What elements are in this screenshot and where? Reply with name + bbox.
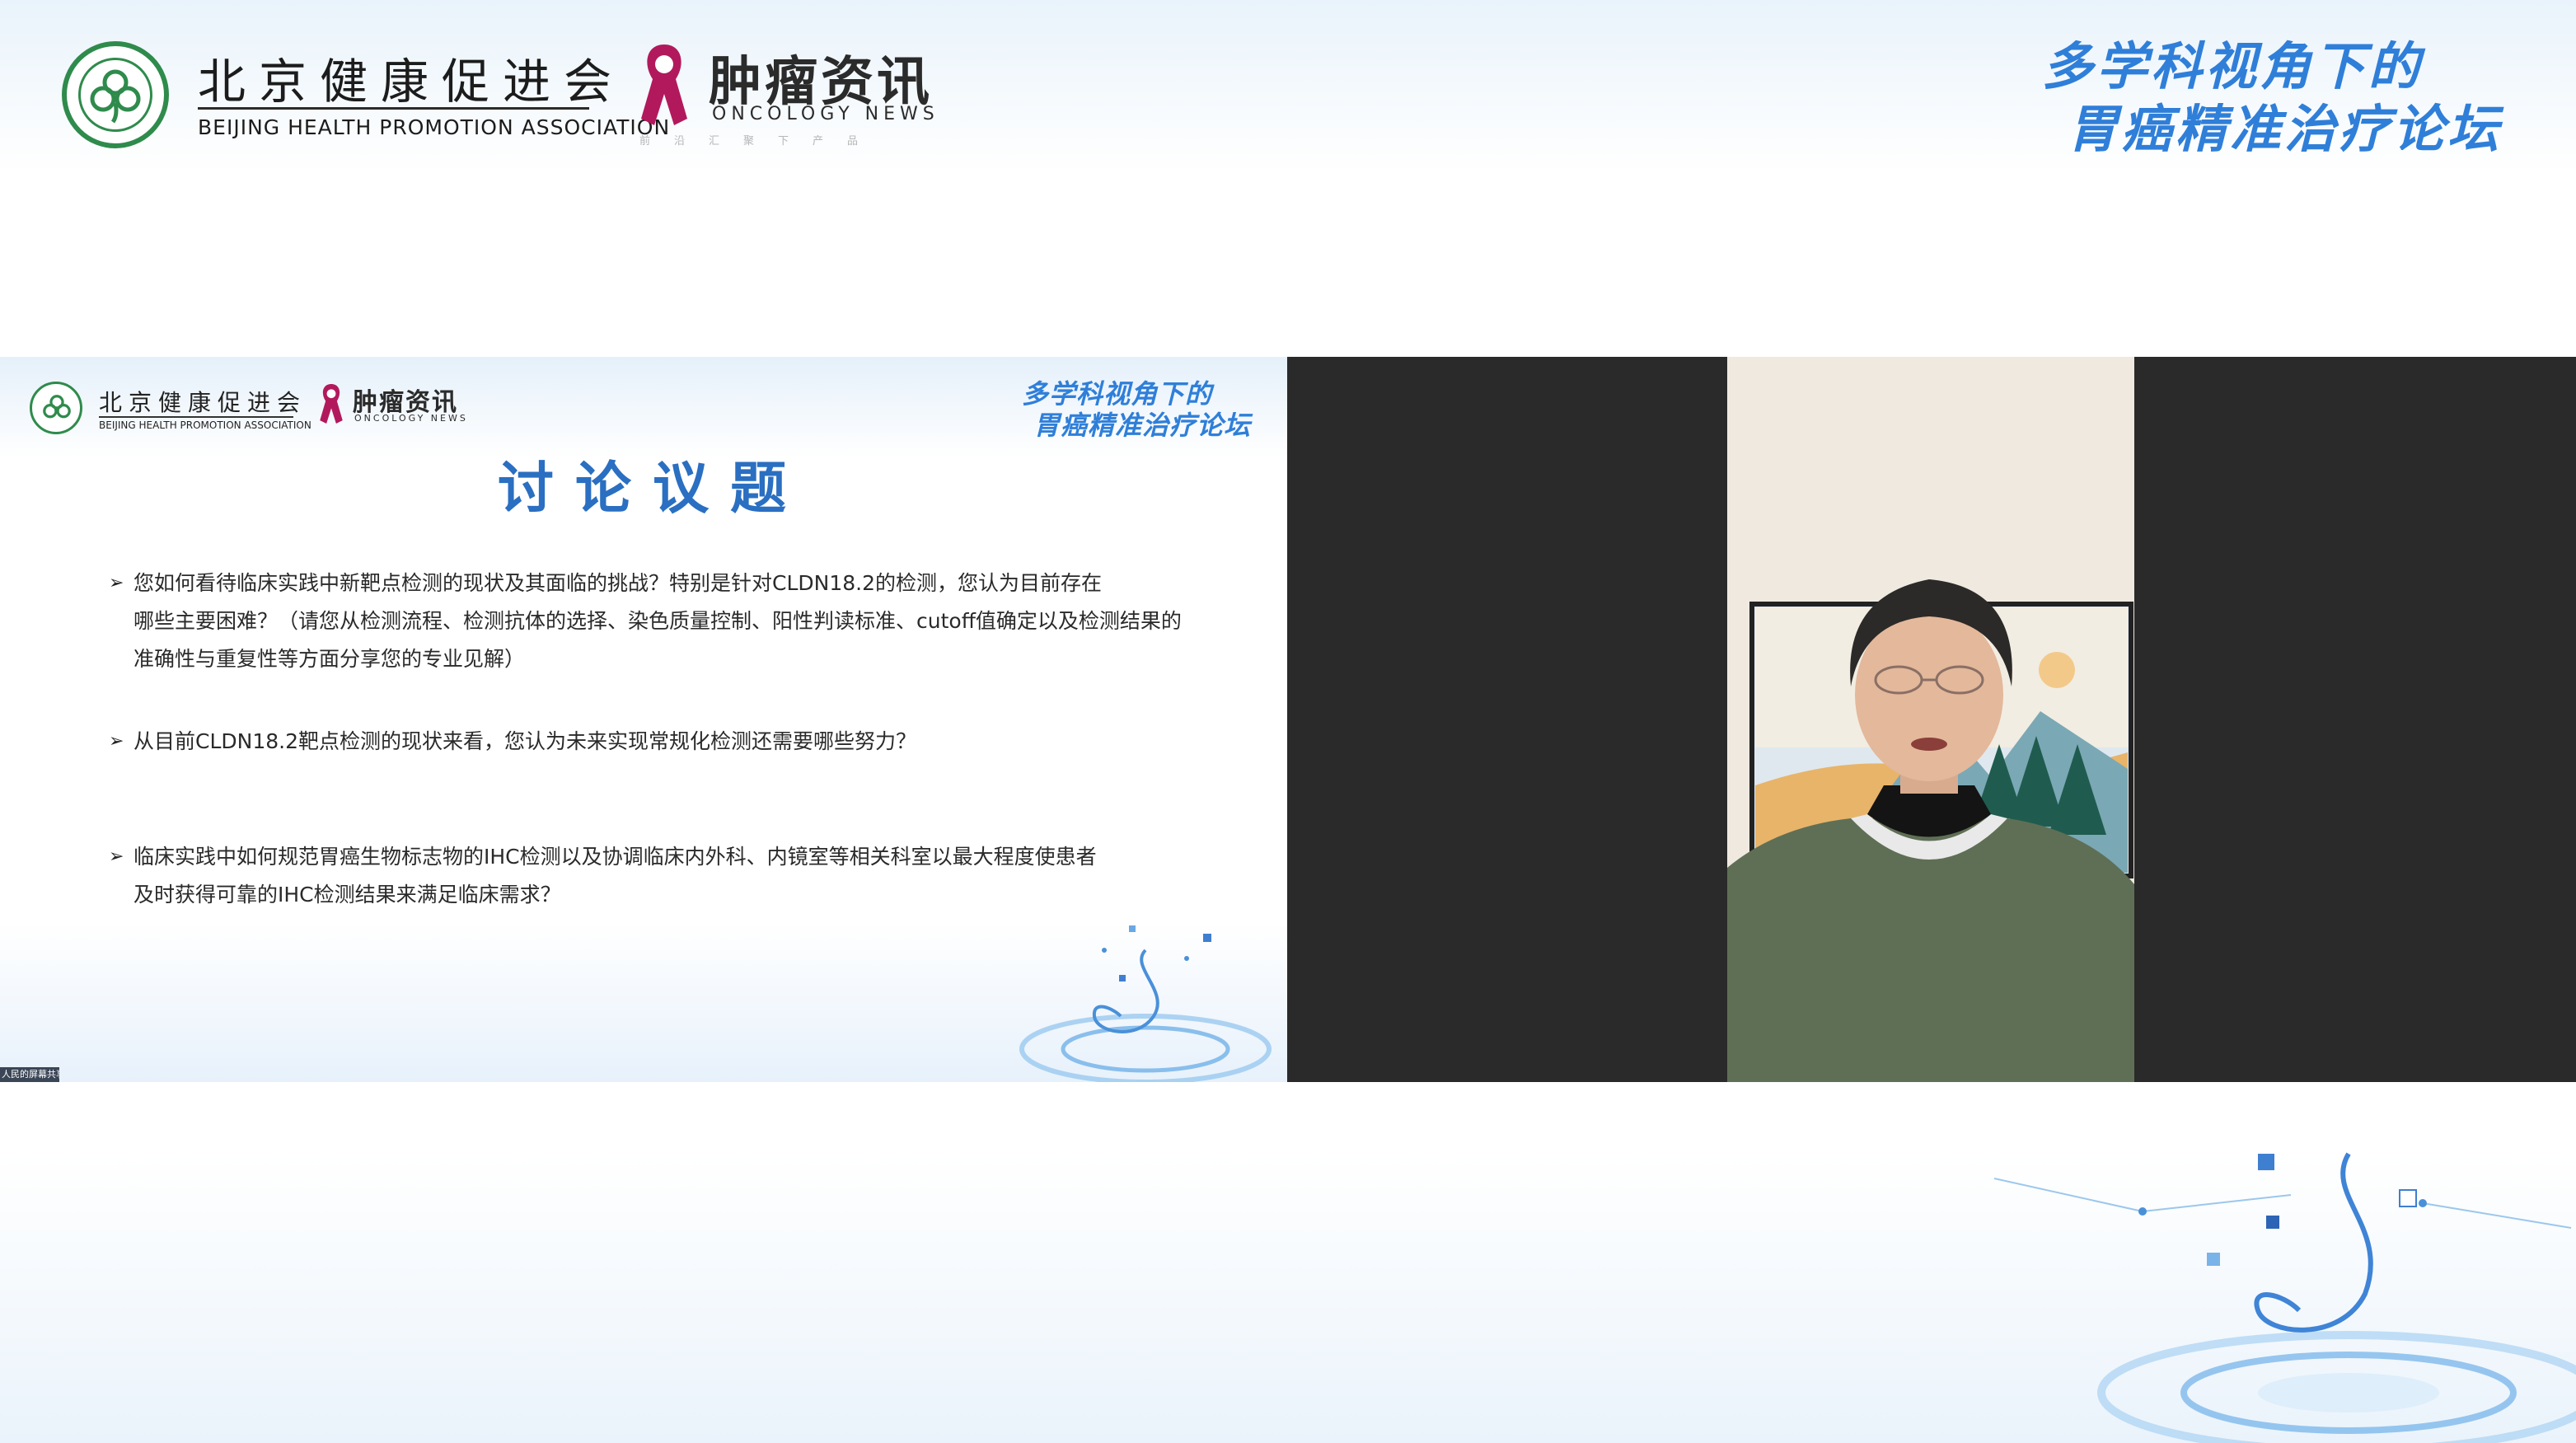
oncology-news-tagline: 前沿汇聚下产品 bbox=[639, 135, 883, 148]
slide-association-logo bbox=[30, 382, 82, 434]
ribbon-icon bbox=[320, 383, 343, 424]
shared-slide: 北京健康促进会 BEIJING HEALTH PROMOTION ASSOCIA… bbox=[0, 357, 1287, 1082]
speaker-video-frame bbox=[1727, 357, 2134, 1082]
stomach-graphic-icon bbox=[1019, 925, 1272, 1082]
slide-title: 讨论议题 bbox=[498, 457, 808, 522]
slide-association-name-en: BEIJING HEALTH PROMOTION ASSOCIATION bbox=[99, 419, 311, 431]
bullet-line: 准确性与重复性等方面分享您的专业见解） bbox=[133, 647, 526, 671]
bullet-line: 哪些主要困难？（请您从检测流程、检测抗体的选择、染色质量控制、阳性判读标准、cu… bbox=[133, 609, 1182, 633]
bullet-arrow-icon: ➢ bbox=[109, 846, 124, 867]
association-name-cn: 北京健康促进会 bbox=[198, 54, 625, 110]
clover-icon bbox=[43, 395, 71, 419]
divider bbox=[99, 416, 293, 418]
slide-association-name-cn: 北京健康促进会 bbox=[99, 389, 307, 416]
bullet-line: 临床实践中如何规范胃癌生物标志物的IHC检测以及协调临床内外科、内镜室等相关科室… bbox=[133, 845, 1097, 869]
forum-title-line2: 胃癌精准治疗论坛 bbox=[2067, 99, 2503, 159]
slide-forum-title-line2: 胃癌精准治疗论坛 bbox=[1033, 410, 1252, 441]
association-logo bbox=[62, 41, 169, 148]
bullet-line: 及时获得可靠的IHC检测结果来满足临床需求？ bbox=[133, 883, 561, 907]
clover-icon bbox=[90, 69, 141, 124]
divider bbox=[198, 107, 589, 110]
bullet-line: 从目前CLDN18.2靶点检测的现状来看，您认为未来实现常规化检测还需要哪些努力… bbox=[133, 729, 917, 753]
oncology-news-name-en: ONCOLOGY NEWS bbox=[712, 104, 939, 124]
ribbon-icon bbox=[641, 45, 687, 125]
screen-share-badge: 人民的屏幕共享 bbox=[0, 1067, 59, 1082]
bullet-arrow-icon: ➢ bbox=[109, 573, 124, 593]
association-name-en: BEIJING HEALTH PROMOTION ASSOCIATION bbox=[198, 115, 671, 139]
slide-oncology-news-name-en: ONCOLOGY NEWS bbox=[354, 413, 468, 424]
bullet-line: 您如何看待临床实践中新靶点检测的现状及其面临的挑战？特别是针对CLDN18.2的… bbox=[133, 571, 1103, 595]
bullet-arrow-icon: ➢ bbox=[109, 731, 124, 752]
speaker-video bbox=[1727, 357, 2134, 1082]
stomach-graphic-icon bbox=[1994, 1152, 2576, 1443]
